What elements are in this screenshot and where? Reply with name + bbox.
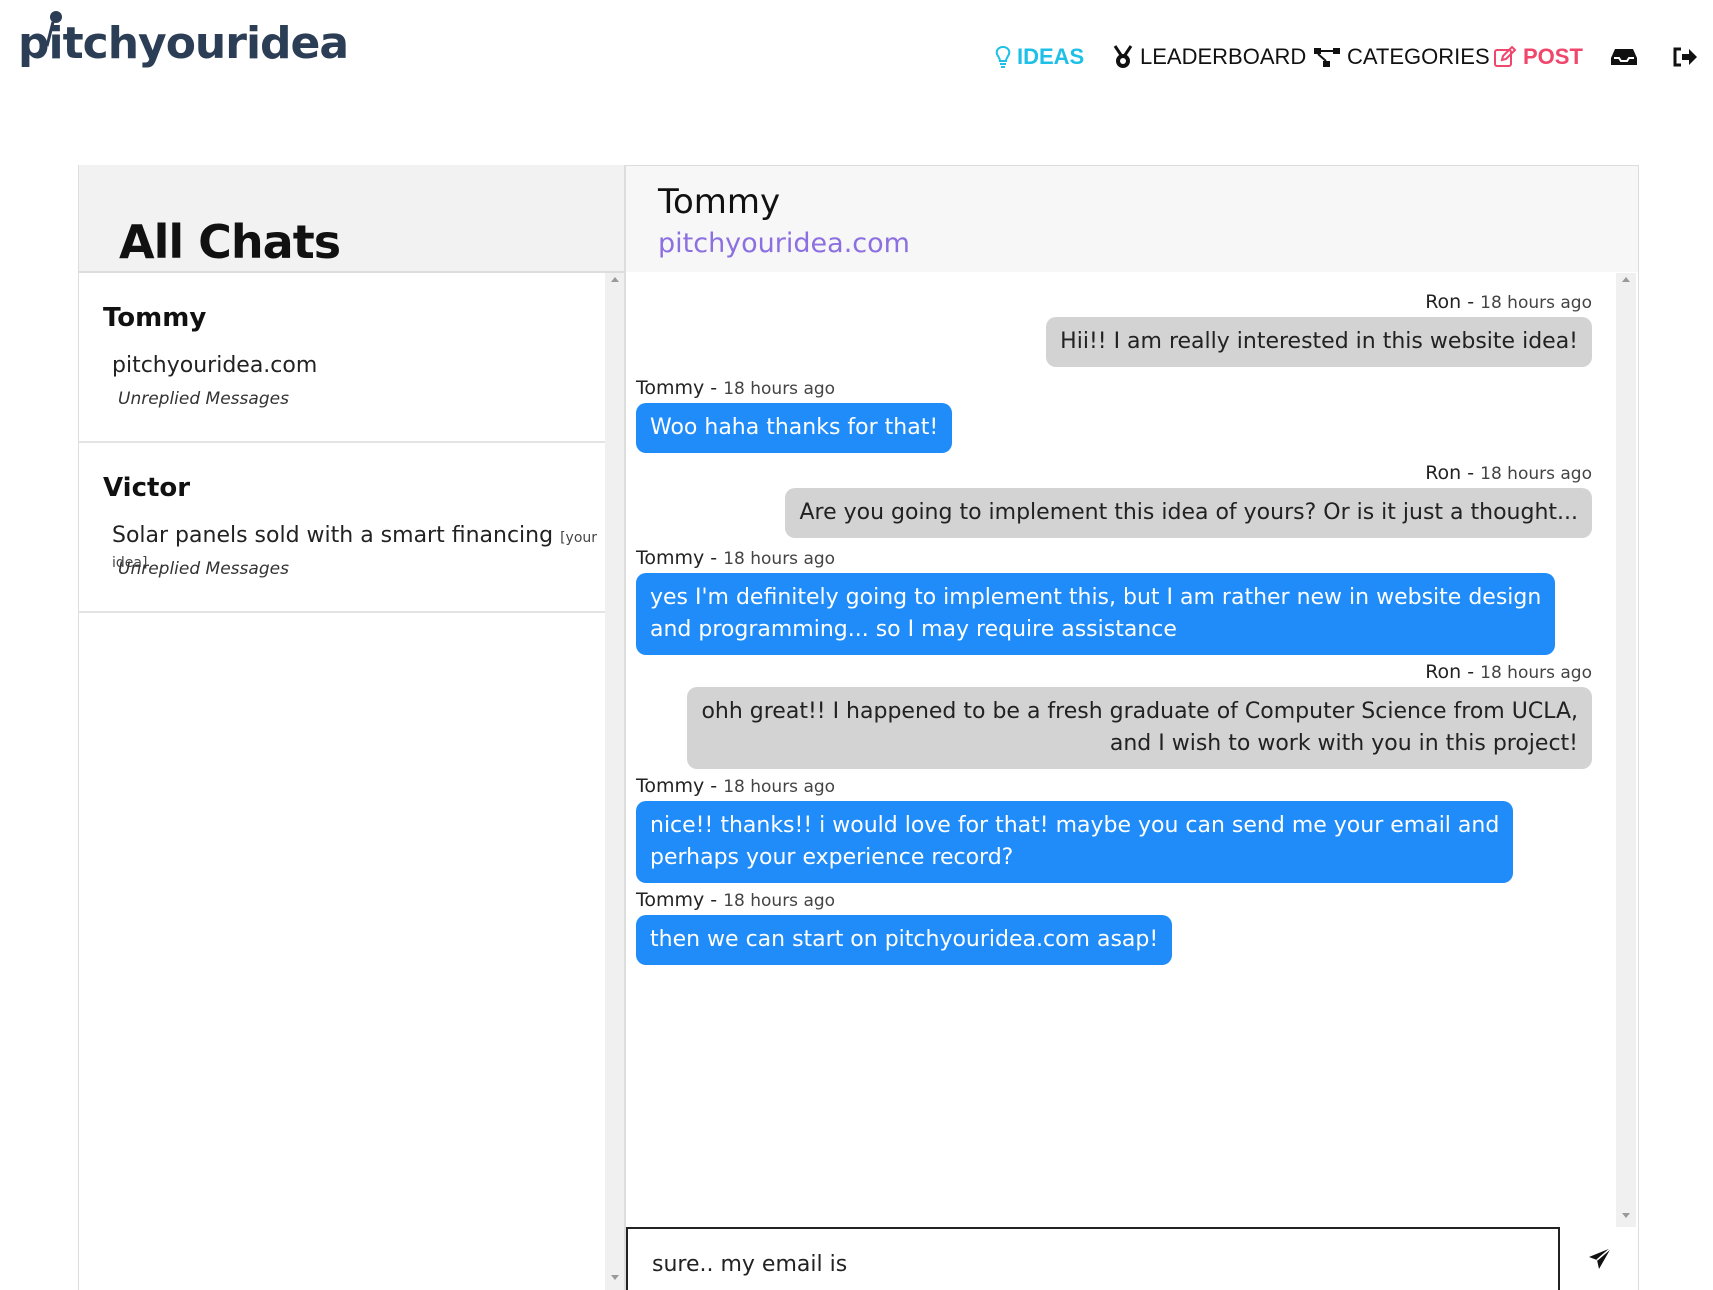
message-composer	[626, 1227, 1560, 1290]
message-meta: Ron - 18 hours ago	[1425, 291, 1592, 313]
message-meta: Ron - 18 hours ago	[1425, 462, 1592, 484]
medal-icon	[1113, 45, 1133, 68]
scroll-up-arrow-icon[interactable]	[611, 277, 619, 282]
message-meta: Tommy - 18 hours ago	[636, 377, 836, 399]
nav-categories-label: CATEGORIES	[1347, 44, 1490, 69]
chat-item-tommy[interactable]: Tommy pitchyouridea.com Unreplied Messag…	[79, 273, 605, 443]
conversation-panel: Tommy pitchyouridea.com Ron - 18 hours a…	[624, 165, 1639, 1290]
nav-ideas-label: IDEAS	[1017, 44, 1085, 69]
nav-leaderboard[interactable]: LEADERBOARD	[1112, 42, 1306, 72]
chat-item-victor[interactable]: Victor Solar panels sold with a smart fi…	[79, 443, 605, 613]
message-bubble: nice!! thanks!! i would love for that! m…	[636, 801, 1514, 883]
message-time: 18 hours ago	[723, 549, 836, 569]
scroll-up-arrow-icon[interactable]	[1622, 277, 1630, 282]
message-time: 18 hours ago	[1480, 293, 1592, 313]
message-incoming: Tommy - 18 hours ago nice!! thanks!! i w…	[636, 775, 1514, 883]
conversation-partner-name: Tommy	[658, 182, 781, 222]
message-time: 18 hours ago	[723, 891, 836, 911]
message-list-scrollbar[interactable]	[1616, 273, 1636, 1227]
chat-item-name: Victor	[103, 473, 191, 503]
chat-list-scrollbar[interactable]	[605, 273, 625, 1290]
conversation-idea-link[interactable]: pitchyouridea.com	[658, 228, 910, 259]
chat-list: Tommy pitchyouridea.com Unreplied Messag…	[79, 273, 605, 613]
message-bubble: Are you going to implement this idea of …	[785, 488, 1592, 538]
message-line: and programming... so I may require assi…	[650, 617, 1177, 642]
chat-item-status: Unreplied Messages	[118, 389, 289, 409]
message-sender: Ron	[1425, 291, 1462, 313]
chat-item-idea-title: Solar panels sold with a smart financing	[112, 523, 554, 548]
message-bubble: then we can start on pitchyouridea.com a…	[636, 915, 1173, 965]
message-sender: Ron	[1425, 661, 1462, 683]
chat-item-status: Unreplied Messages	[118, 559, 289, 579]
message-line: perhaps your experience record?	[650, 845, 1014, 870]
send-icon	[1589, 1246, 1612, 1269]
message-bubble: yes I'm definitely going to implement th…	[636, 573, 1556, 655]
chat-item-idea: pitchyouridea.com	[112, 353, 317, 378]
nav-leaderboard-label: LEADERBOARD	[1140, 44, 1307, 69]
message-bubble: Hii!! I am really interested in this web…	[1046, 317, 1592, 367]
message-sender: Tommy	[636, 377, 705, 399]
message-line: and I wish to work with you in this proj…	[1109, 731, 1578, 756]
nav-inbox[interactable]	[1610, 42, 1644, 72]
message-sender: Ron	[1425, 462, 1462, 484]
scroll-down-arrow-icon[interactable]	[1622, 1213, 1630, 1218]
message-sender: Tommy	[636, 547, 705, 569]
message-meta: Tommy - 18 hours ago	[636, 775, 836, 797]
message-line: yes I'm definitely going to implement th…	[650, 585, 1542, 610]
message-outgoing: Ron - 18 hours ago Hii!! I am really int…	[1046, 291, 1592, 367]
chat-list-title: All Chats	[119, 215, 341, 269]
message-incoming: Tommy - 18 hours ago then we can start o…	[636, 889, 1173, 965]
message-outgoing: Ron - 18 hours ago ohh great!! I happene…	[687, 661, 1592, 769]
message-outgoing: Ron - 18 hours ago Are you going to impl…	[785, 462, 1592, 538]
nav-post-label: POST	[1523, 44, 1583, 69]
message-time: 18 hours ago	[723, 379, 836, 399]
message-time: 18 hours ago	[1480, 464, 1592, 484]
nav-post[interactable]: POST	[1493, 42, 1583, 72]
message-line: ohh great!! I happened to be a fresh gra…	[701, 699, 1578, 724]
message-incoming: Tommy - 18 hours ago Woo haha thanks for…	[636, 377, 953, 453]
message-time: 18 hours ago	[723, 777, 836, 797]
logout-icon	[1673, 47, 1697, 67]
message-line: nice!! thanks!! i would love for that! m…	[650, 813, 1500, 838]
message-sender: Tommy	[636, 889, 705, 911]
message-meta: Tommy - 18 hours ago	[636, 889, 836, 911]
message-sender: Tommy	[636, 775, 705, 797]
message-input[interactable]	[650, 1251, 1534, 1278]
nav-ideas[interactable]: IDEAS	[995, 42, 1084, 72]
lightbulb-icon	[995, 45, 1011, 68]
message-meta: Tommy - 18 hours ago	[636, 547, 836, 569]
chat-list-panel: All Chats Tommy pitchyouridea.com Unrepl…	[78, 165, 625, 1290]
edit-icon	[1494, 45, 1517, 67]
message-bubble: Woo haha thanks for that!	[636, 403, 953, 453]
nav-categories[interactable]: CATEGORIES	[1313, 42, 1490, 72]
conversation-header: Tommy pitchyouridea.com	[626, 165, 1638, 272]
message-bubble: ohh great!! I happened to be a fresh gra…	[687, 687, 1592, 769]
message-meta: Ron - 18 hours ago	[1425, 661, 1592, 683]
message-list: Ron - 18 hours ago Hii!! I am really int…	[626, 273, 1616, 1227]
send-button[interactable]	[1562, 1227, 1638, 1290]
chat-item-idea-title: pitchyouridea.com	[112, 353, 318, 378]
chat-list-header: All Chats	[79, 165, 625, 273]
chat-item-name: Tommy	[103, 303, 207, 333]
inbox-icon	[1611, 49, 1637, 65]
main-nav: IDEAS LEADERBOARD CATEGORIES POST	[0, 42, 1713, 72]
message-incoming: Tommy - 18 hours ago yes I'm definitely …	[636, 547, 1556, 655]
nav-logout[interactable]	[1672, 42, 1704, 72]
scroll-down-arrow-icon[interactable]	[611, 1275, 619, 1280]
message-time: 18 hours ago	[1480, 663, 1592, 683]
sitemap-icon	[1314, 48, 1340, 67]
